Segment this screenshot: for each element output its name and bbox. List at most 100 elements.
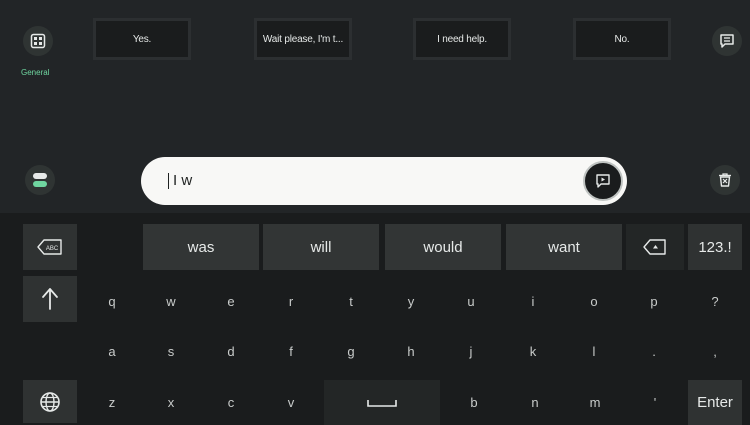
suggestion-label: was [187, 238, 215, 256]
key-label: j [469, 343, 473, 359]
key-k[interactable]: k [503, 330, 563, 372]
category-grid-icon [30, 33, 46, 49]
suggestion-label: would [423, 238, 463, 256]
key-q[interactable]: q [83, 280, 141, 322]
key-p[interactable]: p [624, 280, 684, 322]
key-g[interactable]: g [321, 330, 381, 372]
key-c[interactable]: c [201, 382, 261, 423]
key-label: a [108, 343, 116, 359]
key-i[interactable]: i [503, 280, 563, 322]
language-key[interactable] [23, 380, 77, 423]
backspace-icon [643, 239, 666, 255]
enter-label: Enter [697, 394, 733, 411]
globe-icon [40, 391, 60, 412]
phrase-label: Wait please, I'm t... [262, 33, 344, 45]
shift-arrow-icon [42, 288, 58, 310]
key-label: l [592, 343, 596, 359]
key-w[interactable]: w [141, 280, 201, 322]
trash-icon [719, 173, 731, 187]
key-label: t [349, 293, 353, 309]
clear-button[interactable] [710, 165, 740, 195]
backspace-key[interactable] [626, 224, 684, 270]
key-label: x [167, 395, 175, 410]
key-label: f [289, 343, 293, 359]
suggestion-label: want [548, 238, 580, 256]
key-comma[interactable]: , [688, 330, 742, 372]
key-label: ? [711, 293, 719, 309]
phrase-label: No. [614, 33, 630, 45]
svg-text:ABC: ABC [46, 246, 59, 252]
key-z[interactable]: z [83, 382, 141, 423]
key-h[interactable]: h [381, 330, 441, 372]
layout-toggle-button[interactable] [25, 165, 55, 195]
key-apostrophe[interactable]: ' [625, 382, 685, 423]
key-label: e [227, 293, 235, 309]
key-o[interactable]: o [564, 280, 624, 322]
key-m[interactable]: m [565, 382, 625, 423]
key-label: s [167, 343, 175, 359]
speak-icon [596, 174, 610, 188]
key-label: p [650, 293, 658, 309]
numbers-label: 123.! [698, 238, 732, 256]
numbers-key[interactable]: 123.! [688, 224, 742, 270]
input-text-wrap: I w [165, 157, 192, 205]
key-label: , [713, 343, 717, 359]
key-label: m [589, 395, 601, 410]
key-x[interactable]: x [141, 382, 201, 423]
key-d[interactable]: d [201, 330, 261, 372]
key-f[interactable]: f [261, 330, 321, 372]
key-label: . [652, 343, 656, 359]
backspace-abc-icon: ABC [37, 239, 62, 255]
phrase-button-2[interactable]: Wait please, I'm t... [254, 18, 352, 60]
key-label: y [407, 293, 415, 309]
space-icon [367, 399, 397, 407]
phrase-button-3[interactable]: I need help. [413, 18, 511, 60]
shift-key[interactable] [23, 276, 77, 322]
phrase-button-1[interactable]: Yes. [93, 18, 191, 60]
key-label: g [347, 343, 355, 359]
category-button[interactable] [23, 26, 53, 56]
phrase-button-4[interactable]: No. [573, 18, 671, 60]
key-j[interactable]: j [441, 330, 501, 372]
suggestion-key-3[interactable]: would [385, 224, 501, 270]
speak-button[interactable] [583, 161, 623, 201]
key-label: ' [653, 395, 657, 410]
text-input[interactable]: I w [141, 157, 627, 205]
phrase-list-button[interactable] [712, 26, 742, 56]
key-y[interactable]: y [381, 280, 441, 322]
key-e[interactable]: e [201, 280, 261, 322]
category-label: General [21, 68, 50, 77]
suggestion-key-2[interactable]: will [263, 224, 379, 270]
backspace-word-key[interactable]: ABC [23, 224, 77, 270]
key-label: i [531, 293, 535, 309]
key-label: q [108, 293, 116, 309]
key-b[interactable]: b [444, 382, 504, 423]
key-label: h [407, 343, 415, 359]
key-label: z [108, 395, 116, 410]
key-label: k [529, 343, 537, 359]
text-cursor [168, 173, 169, 190]
key-s[interactable]: s [141, 330, 201, 372]
key-label: w [166, 293, 176, 309]
key-t[interactable]: t [321, 280, 381, 322]
key-question[interactable]: ? [688, 280, 742, 322]
key-u[interactable]: u [441, 280, 501, 322]
key-l[interactable]: l [564, 330, 624, 372]
key-period[interactable]: . [624, 330, 684, 372]
key-v[interactable]: v [261, 382, 321, 423]
key-a[interactable]: a [83, 330, 141, 372]
key-label: c [227, 395, 235, 410]
enter-key[interactable]: Enter [688, 380, 742, 425]
key-r[interactable]: r [261, 280, 321, 322]
suggestion-label: will [310, 238, 332, 256]
key-label: u [467, 293, 475, 309]
key-n[interactable]: n [505, 382, 565, 423]
toggle-icon [33, 173, 47, 187]
suggestion-key-4[interactable]: want [506, 224, 622, 270]
suggestion-key-1[interactable]: was [143, 224, 259, 270]
message-icon [720, 34, 734, 48]
key-label: o [590, 293, 598, 309]
space-key[interactable] [324, 380, 440, 425]
key-label: b [470, 395, 478, 410]
phrase-label: I need help. [437, 33, 487, 45]
